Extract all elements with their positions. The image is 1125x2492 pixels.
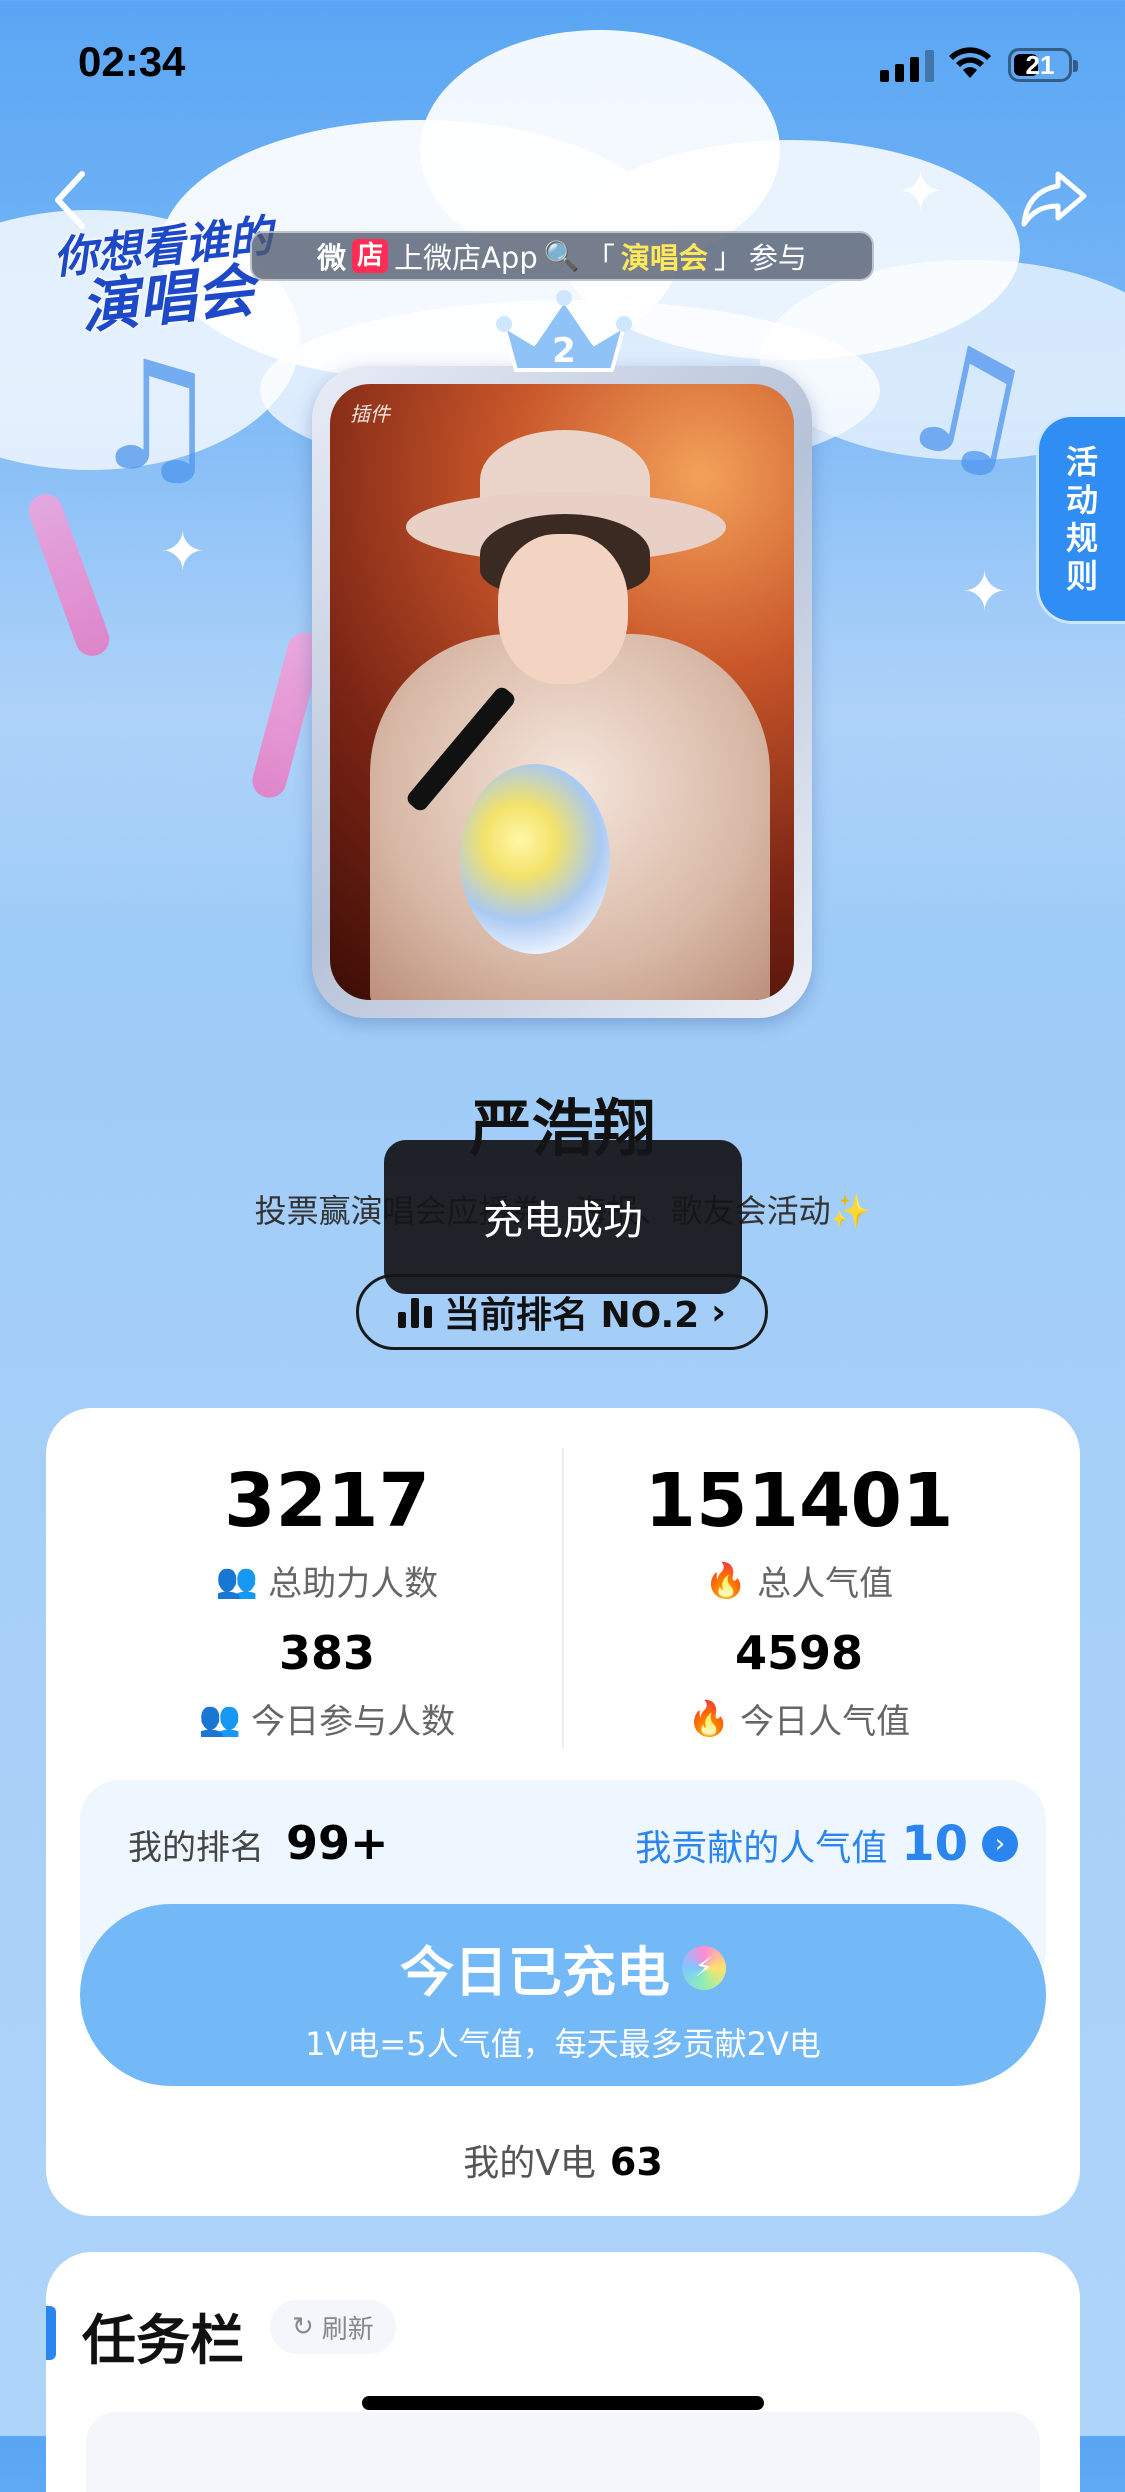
refresh-icon: ↻ <box>292 2312 314 2342</box>
flame-icon: 🔥 <box>704 1560 748 1601</box>
flame-icon: 🔥 <box>687 1698 731 1739</box>
total-helpers-label: 总助力人数 <box>268 1564 439 1604</box>
refresh-label: 刷新 <box>321 2314 374 2345</box>
charge-description: 1V电=5人气值，每天最多贡献2V电 <box>305 2025 821 2063</box>
today-participants-value: 383 <box>278 1626 376 1680</box>
my-v-balance: 我的V电 63 <box>46 2134 1080 2186</box>
rank-crown-icon: 2 <box>496 290 632 372</box>
my-rank-value: 99+ <box>286 1816 389 1870</box>
section-accent <box>46 2306 56 2360</box>
task-card: 任务栏 ↻ 刷新 <box>46 2252 1080 2492</box>
my-v-value: 63 <box>609 2140 663 2184</box>
rank-badge-number: 2 <box>552 331 576 371</box>
weidian-banner[interactable]: 微 店 上微店App 🔍 「 演唱会 」 参与 <box>250 231 874 281</box>
battery-level: 21 <box>1025 50 1055 80</box>
stats-card: 3217 👥 总助力人数 151401 🔥 总人气值 383 👥 今日参与人数 459… <box>46 1408 1080 2216</box>
refresh-button[interactable]: ↻ 刷新 <box>270 2300 396 2354</box>
sparkle-icon: ✦ <box>898 160 944 223</box>
toast-message: 充电成功 <box>384 1140 742 1294</box>
home-indicator[interactable] <box>362 2396 764 2410</box>
music-note-icon: ♫ <box>88 330 223 504</box>
artist-photo: 插件 <box>330 384 794 1000</box>
status-time: 02:34 <box>78 38 186 85</box>
total-popularity-value: 151401 <box>644 1458 954 1544</box>
task-section-title: 任务栏 <box>82 2309 244 2372</box>
today-popularity-stat: 4598 🔥 今日人气值 <box>564 1630 1034 1743</box>
battery-icon: 21 <box>1008 48 1078 82</box>
total-helpers-stat: 3217 👥 总助力人数 <box>92 1464 562 1605</box>
campaign-logo: 你想看谁的 演唱会 <box>50 210 275 342</box>
total-helpers-value: 3217 <box>224 1458 430 1544</box>
my-rank-label: 我的排名 <box>128 1828 264 1868</box>
photo-signature: 插件 <box>350 402 390 426</box>
wifi-icon <box>949 47 991 78</box>
today-popularity-value: 4598 <box>734 1626 864 1680</box>
artist-photo-card: 插件 <box>312 366 812 1018</box>
share-icon[interactable] <box>1018 166 1090 230</box>
users-icon: 👥 <box>215 1560 259 1601</box>
signal-icon <box>880 50 934 82</box>
users-icon: 👥 <box>198 1698 242 1739</box>
today-participants-stat: 383 👥 今日参与人数 <box>92 1630 562 1743</box>
total-popularity-stat: 151401 🔥 总人气值 <box>564 1464 1034 1605</box>
chevron-right-icon: › <box>711 1291 727 1333</box>
contribution-value: 10 <box>901 1816 968 1872</box>
my-v-label: 我的V电 <box>463 2143 596 2184</box>
sparkle-icon: ✦ <box>962 560 1008 623</box>
sparkle-icon: ✦ <box>160 520 206 583</box>
bar-chart-icon <box>397 1296 432 1328</box>
my-contribution-link[interactable]: 我贡献的人气值 10 › <box>635 1816 1018 1872</box>
charge-button[interactable]: 今日已充电 ⚡ 1V电=5人气值，每天最多贡献2V电 <box>80 1904 1046 2086</box>
weidian-logo: 店 <box>352 239 389 273</box>
lightning-icon: ⚡ <box>682 1945 726 1990</box>
chevron-right-icon: › <box>982 1826 1018 1862</box>
today-popularity-label: 今日人气值 <box>740 1702 911 1742</box>
contribution-label: 我贡献的人气值 <box>635 1828 888 1869</box>
stats-divider <box>562 1448 564 1748</box>
total-popularity-label: 总人气值 <box>757 1564 894 1604</box>
charge-title: 今日已充电 <box>400 1941 670 2004</box>
search-icon: 🔍 <box>543 238 580 273</box>
back-icon[interactable] <box>48 168 92 232</box>
my-rank: 我的排名 99+ <box>128 1816 389 1870</box>
task-list <box>86 2412 1040 2492</box>
activity-rules-button[interactable]: 活 动 规 则 <box>1036 414 1125 624</box>
today-participants-label: 今日参与人数 <box>251 1702 456 1742</box>
